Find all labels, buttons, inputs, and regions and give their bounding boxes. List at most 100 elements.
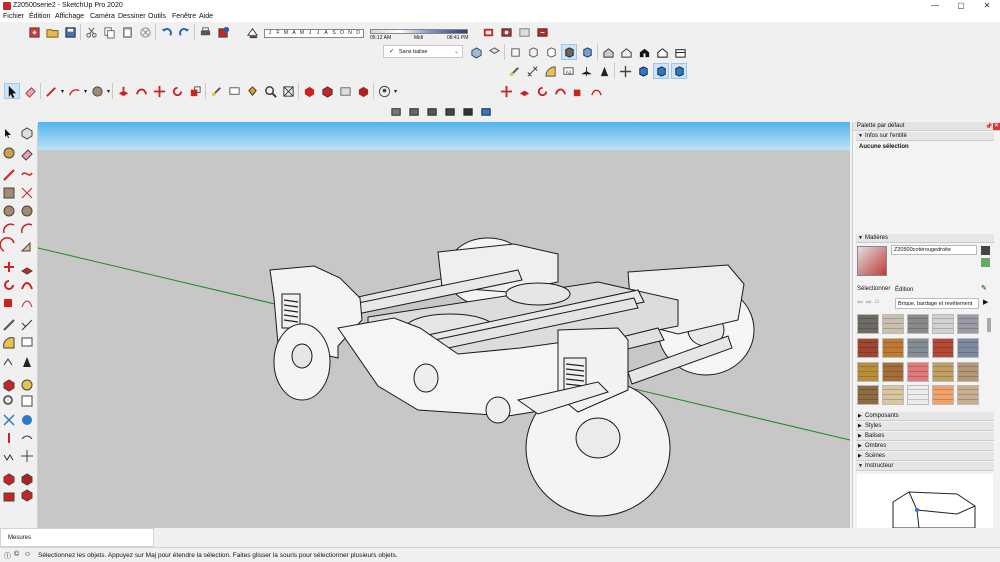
close-button[interactable]: ✕ [974, 0, 1000, 12]
camera-cube-b-button[interactable] [653, 63, 669, 79]
material-swatch[interactable] [932, 385, 954, 406]
zoom-tool-button[interactable] [262, 83, 278, 99]
info-icon[interactable]: ⓘ [4, 551, 11, 561]
warehouse-tool-button[interactable] [301, 83, 317, 99]
solid-trim-button[interactable] [460, 103, 476, 119]
material-swatch[interactable] [907, 314, 929, 334]
tab-edit[interactable]: Édition [895, 287, 913, 293]
material-swatch[interactable] [882, 361, 904, 382]
hidden-line-button[interactable] [543, 44, 559, 60]
right-view-button[interactable] [618, 44, 634, 60]
solid-intersect-button[interactable] [406, 103, 422, 119]
back-arrow-icon[interactable]: ⇦ [857, 298, 863, 306]
time-slider[interactable] [370, 29, 468, 34]
material-preview[interactable] [857, 246, 887, 276]
scale-tool-button[interactable] [187, 83, 203, 99]
orbit-arrows-button[interactable] [617, 63, 633, 79]
menu-fenetre[interactable]: Fenêtre [172, 12, 196, 22]
menu-camera[interactable]: Caméra [90, 12, 115, 22]
close-icon[interactable]: ✕ [993, 123, 1000, 130]
material-swatch[interactable] [932, 314, 954, 334]
solid-outer-shell-button[interactable] [388, 103, 404, 119]
tab-select[interactable]: Sélectionner [857, 286, 890, 292]
bogie-model-scene[interactable] [38, 122, 850, 528]
tape-measure-button[interactable] [506, 63, 522, 79]
line-tool-button[interactable] [43, 83, 59, 99]
scale-2-button[interactable] [570, 83, 586, 99]
material-swatch[interactable] [957, 314, 979, 334]
home-icon[interactable]: ⌂ [875, 298, 879, 306]
redo-button[interactable] [176, 24, 192, 40]
user-profile-button[interactable] [376, 83, 392, 99]
model-info-button[interactable] [215, 24, 231, 40]
material-swatch[interactable] [882, 385, 904, 406]
menu-outils[interactable]: Outils [148, 12, 166, 22]
solid-subtract-button[interactable] [442, 103, 458, 119]
open-button[interactable] [44, 24, 60, 40]
material-library-select[interactable]: Brique, bardage et revêtement [895, 298, 979, 309]
cut-button[interactable] [83, 24, 99, 40]
material-swatch[interactable] [857, 385, 879, 406]
create-material-icon[interactable] [981, 246, 990, 255]
swatch-scrollbar[interactable] [987, 318, 991, 332]
arc-tool-button[interactable] [66, 83, 82, 99]
details-arrow-icon[interactable]: ▶ [983, 298, 988, 306]
tags-header[interactable]: ▶ Balises [856, 432, 994, 441]
dimension-button[interactable] [524, 63, 540, 79]
push-pull-tool-button[interactable] [115, 83, 131, 99]
tape-tool-button[interactable] [208, 83, 224, 99]
axes-button[interactable] [578, 63, 594, 79]
material-swatch[interactable] [882, 337, 904, 358]
move-tool-2-button[interactable] [498, 83, 514, 99]
material-swatch[interactable] [857, 314, 879, 334]
eraser-tool-button[interactable] [22, 83, 38, 99]
material-swatch[interactable] [957, 337, 979, 358]
entity-info-header[interactable]: ▼ Infos sur l'entité [856, 132, 994, 141]
print-button[interactable] [197, 24, 213, 40]
view-top-button[interactable] [486, 44, 502, 60]
camera-cube-a-button[interactable] [635, 63, 651, 79]
warehouse-button[interactable] [480, 24, 496, 40]
material-swatch[interactable] [907, 337, 929, 358]
sample-paint-icon[interactable] [981, 258, 990, 267]
eyedropper-icon[interactable]: ✎ [981, 284, 987, 292]
zoom-extents-button[interactable] [280, 83, 296, 99]
components-header[interactable]: ▶ Composants [856, 412, 994, 421]
material-swatch[interactable] [932, 361, 954, 382]
material-swatch[interactable] [907, 385, 929, 406]
shaded-textures-button[interactable] [579, 44, 595, 60]
scenes-header[interactable]: ▶ Scènes [856, 452, 994, 461]
component-tool-button[interactable] [319, 83, 335, 99]
chevron-down-icon[interactable]: ▾ [107, 88, 110, 95]
rotate-tool-button[interactable] [169, 83, 185, 99]
paint-bucket-tool-button[interactable] [244, 83, 260, 99]
measurements-box[interactable]: Mesures [0, 528, 154, 547]
material-swatch[interactable] [907, 361, 929, 382]
menu-affichage[interactable]: Affichage [55, 12, 84, 22]
user-icon[interactable]: ☺ [24, 551, 31, 558]
menu-dessiner[interactable]: Dessiner [118, 12, 146, 22]
back-view-button[interactable] [654, 44, 670, 60]
model-viewport[interactable] [38, 122, 850, 528]
follow-me-2-button[interactable] [552, 83, 568, 99]
erase-button[interactable] [137, 24, 153, 40]
text-button[interactable]: A1 [560, 63, 576, 79]
iso-camera-button[interactable] [600, 44, 616, 60]
forward-arrow-icon[interactable]: ⇨ [866, 298, 872, 306]
pin-icon[interactable]: 📌 [985, 123, 992, 130]
materials-header[interactable]: ▼ Matières [856, 234, 994, 243]
material-name-field[interactable]: Z20500cotérougedroite [891, 245, 977, 255]
wireframe-button[interactable] [525, 44, 541, 60]
chevron-down-icon[interactable]: ▾ [84, 88, 87, 95]
section-plane-button[interactable] [596, 63, 612, 79]
menu-edition[interactable]: Édition [29, 12, 50, 22]
minimize-button[interactable]: — [922, 0, 948, 12]
select-tool-button[interactable] [4, 83, 20, 99]
shadows-toggle-button[interactable] [244, 24, 260, 40]
xray-button[interactable] [507, 44, 523, 60]
undo-button[interactable] [158, 24, 174, 40]
front-view-button[interactable] [636, 44, 652, 60]
share-model-button[interactable] [516, 24, 532, 40]
move-tool-button[interactable] [151, 83, 167, 99]
follow-me-tool-button[interactable] [133, 83, 149, 99]
